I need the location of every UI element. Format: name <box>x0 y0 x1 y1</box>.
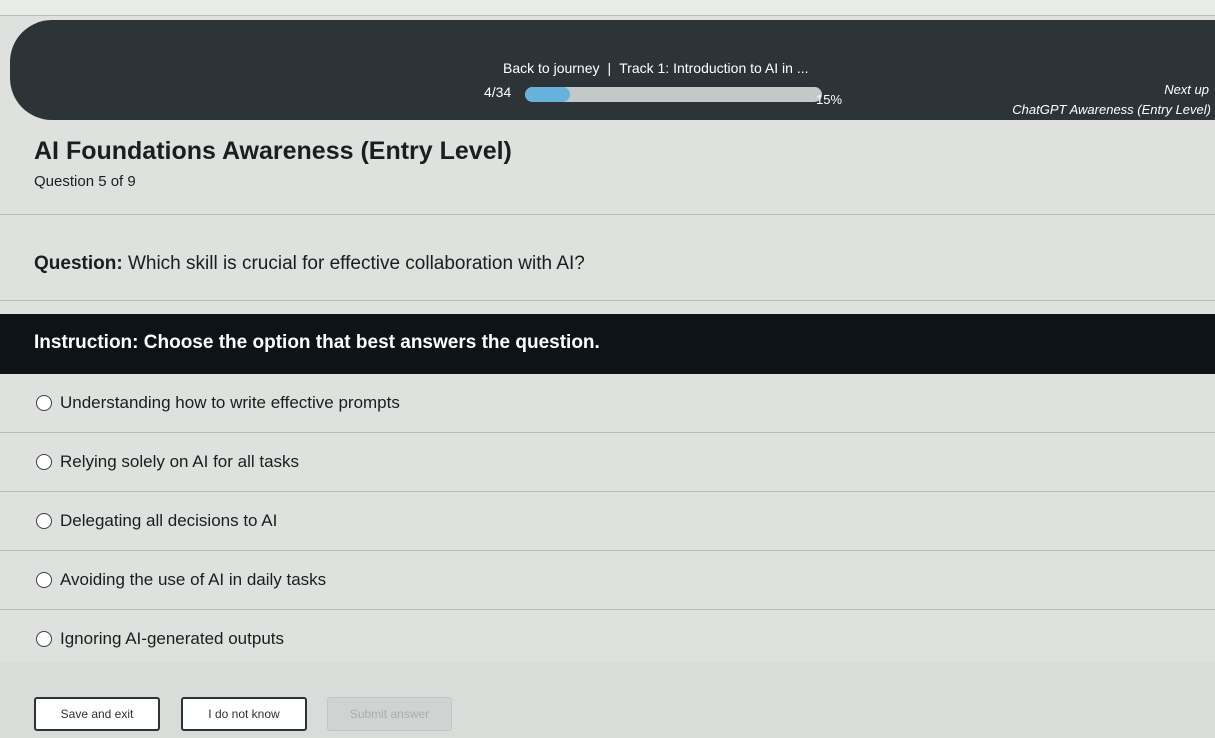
back-label: Back to journey <box>503 60 600 76</box>
divider <box>0 214 1215 215</box>
instruction-bar: Instruction: Choose the option that best… <box>0 314 1215 374</box>
journey-header: Back to journey | Track 1: Introduction to… <box>10 20 1215 120</box>
radio-button[interactable] <box>36 395 52 411</box>
question-counter: Question 5 of 9 <box>34 173 136 190</box>
answer-option-label: Avoiding the use of AI in daily tasks <box>60 570 327 589</box>
i-do-not-know-button[interactable]: I do not know <box>181 697 307 731</box>
radio-button[interactable] <box>36 572 52 588</box>
save-and-exit-button[interactable]: Save and exit <box>34 697 160 731</box>
radio-button[interactable] <box>36 513 52 529</box>
answer-option[interactable]: Avoiding the use of AI in daily tasks <box>0 551 1215 610</box>
next-up-link[interactable]: ChatGPT Awareness (Entry Level) <box>1012 102 1211 117</box>
page-title: AI Foundations Awareness (Entry Level) <box>34 137 512 165</box>
divider <box>0 300 1215 301</box>
submit-answer-button[interactable]: Submit answer <box>327 697 452 731</box>
question-prefix: Question: <box>34 253 123 274</box>
answer-option[interactable]: Ignoring AI-generated outputs <box>0 610 1215 669</box>
quiz-footer: Save and exit I do not know Submit answe… <box>0 662 1215 738</box>
answer-option-label: Relying solely on AI for all tasks <box>60 452 300 471</box>
header-separator: | <box>607 60 612 76</box>
back-to-journey-link[interactable]: Back to journey | Track 1: Introduction to… <box>503 60 809 76</box>
question-text: Question: Which skill is crucial for eff… <box>34 253 585 275</box>
answer-option[interactable]: Relying solely on AI for all tasks <box>0 433 1215 492</box>
instruction-text: Instruction: Choose the option that best… <box>34 332 600 353</box>
question-body: Which skill is crucial for effective col… <box>127 253 585 274</box>
answer-option-label: Delegating all decisions to AI <box>60 511 278 530</box>
progress-percent: 15% <box>816 92 843 107</box>
answer-options: Understanding how to write effective pro… <box>0 374 1215 669</box>
answer-option[interactable]: Delegating all decisions to AI <box>0 492 1215 551</box>
radio-button[interactable] <box>36 631 52 647</box>
answer-option-label: Understanding how to write effective pro… <box>60 393 400 412</box>
next-up-label: Next up <box>1164 82 1209 97</box>
progress-bar-fill <box>525 87 570 102</box>
answer-option[interactable]: Understanding how to write effective pro… <box>0 374 1215 433</box>
track-title: Track 1: Introduction to AI in ... <box>619 60 809 76</box>
step-counter: 4/34 <box>484 84 512 100</box>
answer-option-label: Ignoring AI-generated outputs <box>60 629 284 648</box>
radio-button[interactable] <box>36 454 52 470</box>
progress-bar <box>525 87 822 102</box>
top-frame-edge <box>0 0 1215 16</box>
